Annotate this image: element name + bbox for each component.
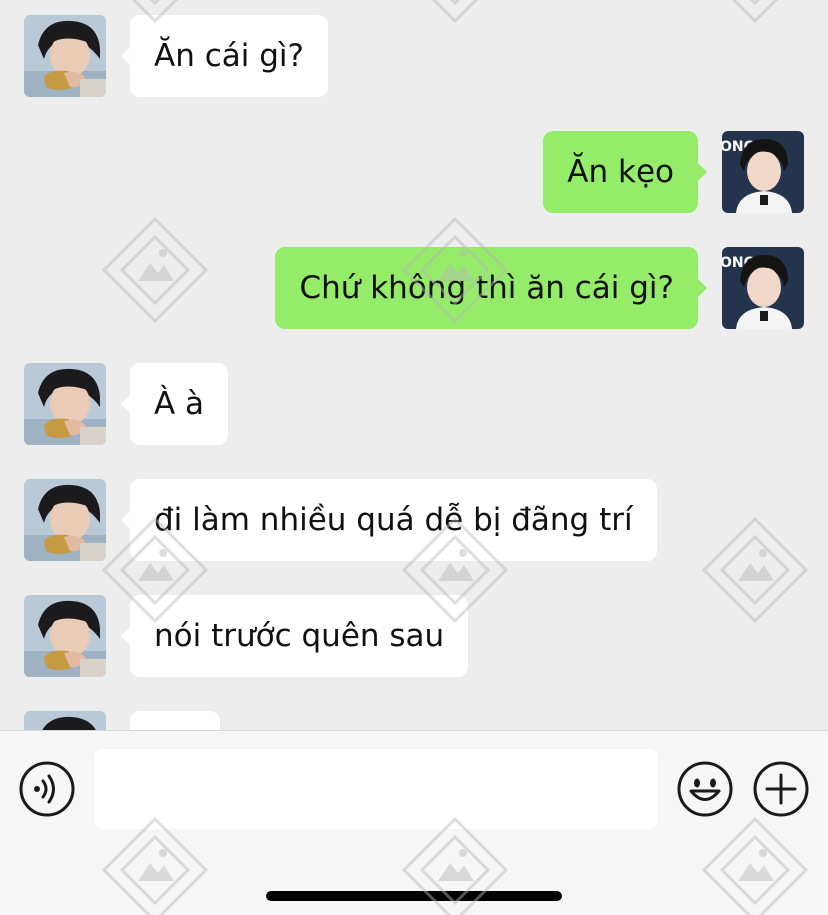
message-bubble-outgoing[interactable]: Ăn kẹo: [543, 131, 707, 213]
home-indicator[interactable]: [266, 891, 562, 901]
voice-button[interactable]: [18, 760, 76, 818]
message-bubble-incoming[interactable]: nói trước quên sau: [120, 595, 469, 677]
contact-avatar[interactable]: [24, 711, 106, 730]
chat-area[interactable]: Ăn cái gì? Ăn kẹo Chứ không thì ăn cái g…: [0, 0, 828, 730]
message-text: Chứ không thì ăn cái gì?: [299, 270, 674, 306]
message-bubble-incoming[interactable]: À à: [120, 363, 229, 445]
contact-avatar[interactable]: [24, 595, 106, 677]
plus-icon: [753, 761, 809, 817]
message-bubble-incoming[interactable]: [130, 711, 220, 730]
emoji-button[interactable]: [676, 760, 734, 818]
message-bubble-incoming[interactable]: đi làm nhiều quá dễ bị đãng trí: [121, 479, 657, 561]
input-bar: [0, 730, 828, 915]
emoji-icon: [677, 761, 733, 817]
message-bubble-incoming[interactable]: Ăn cái gì?: [121, 15, 328, 97]
message-input[interactable]: [94, 749, 658, 829]
contact-avatar[interactable]: [24, 15, 106, 97]
own-avatar[interactable]: [722, 131, 804, 213]
message-text: Ăn kẹo: [567, 154, 674, 190]
message-text: Ăn cái gì?: [154, 38, 304, 74]
voice-icon: [19, 761, 75, 817]
message-text: À à: [154, 386, 205, 422]
message-text: nói trước quên sau: [154, 618, 445, 654]
message-text: đi làm nhiều quá dễ bị đãng trí: [154, 502, 633, 538]
own-avatar[interactable]: [722, 247, 804, 329]
add-more-button[interactable]: [752, 760, 810, 818]
contact-avatar[interactable]: [24, 363, 106, 445]
contact-avatar[interactable]: [24, 479, 106, 561]
message-bubble-outgoing[interactable]: Chứ không thì ăn cái gì?: [275, 247, 707, 329]
